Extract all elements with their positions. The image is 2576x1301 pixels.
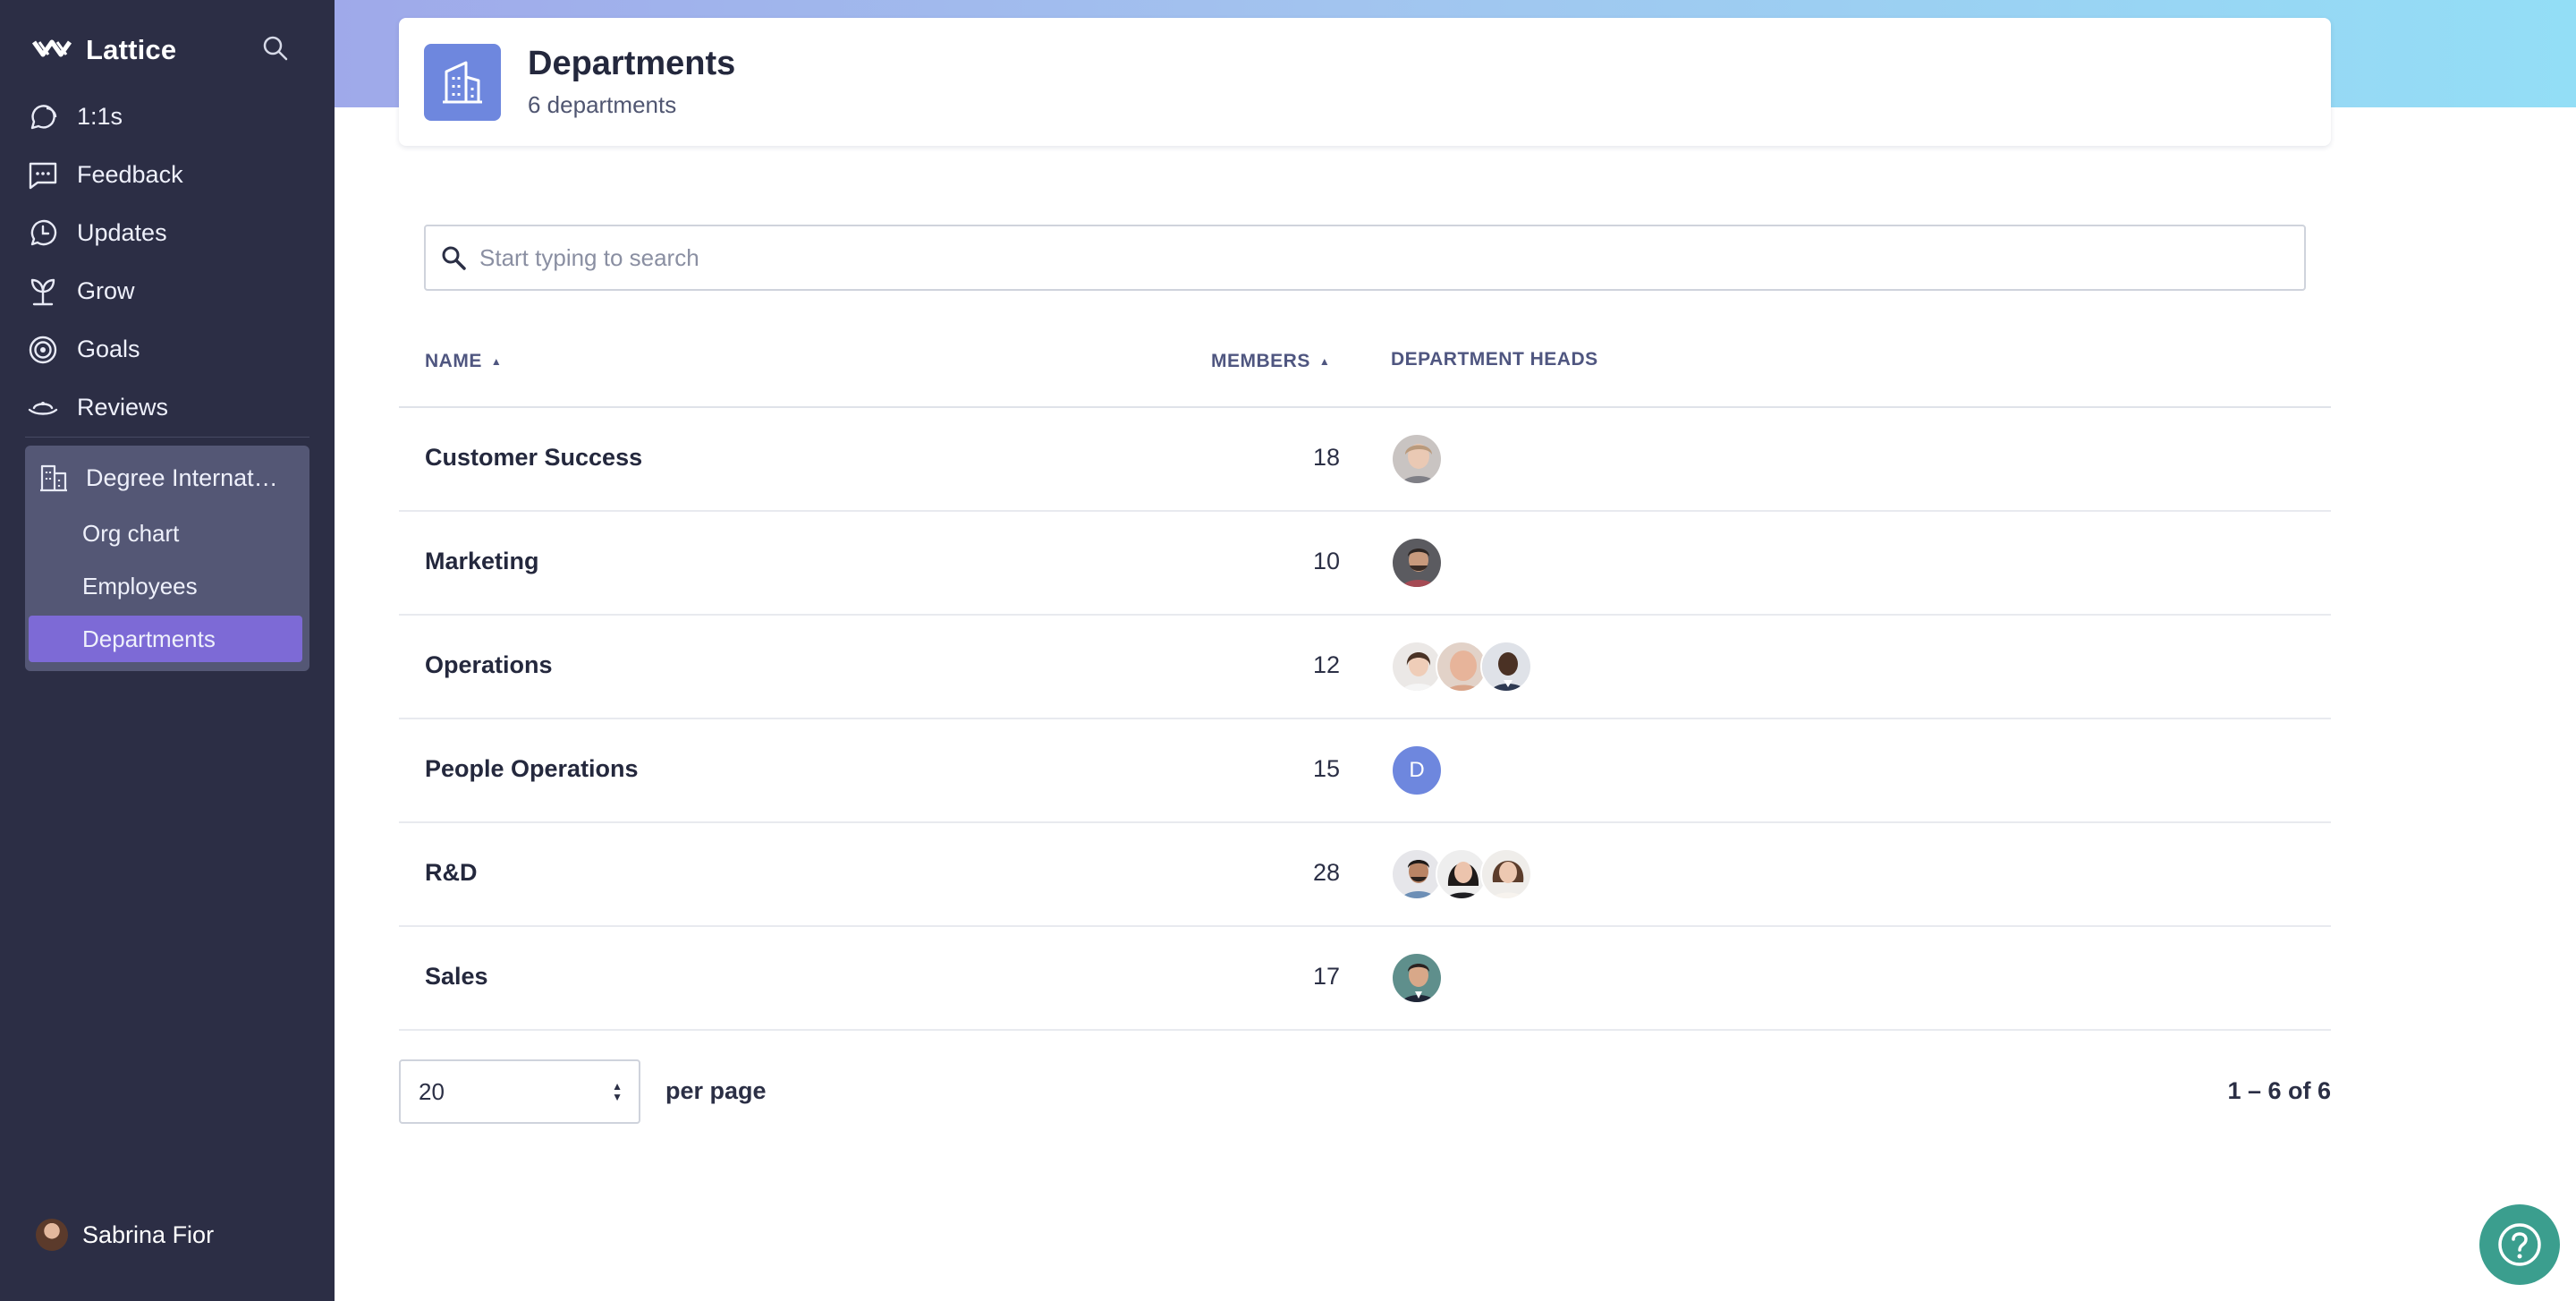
per-page-select[interactable]: 20 ▲ ▼	[399, 1059, 640, 1124]
avatar[interactable]	[1391, 537, 1443, 589]
reviews-icon	[25, 390, 61, 426]
table-row[interactable]: People Operations 15 D	[399, 719, 2331, 823]
select-caret-icon: ▲ ▼	[612, 1080, 623, 1103]
sort-ascending-icon: ▲	[1318, 355, 1331, 368]
sort-ascending-icon: ▲	[490, 355, 503, 368]
department-heads	[1391, 433, 1443, 485]
department-name[interactable]: R&D	[425, 859, 478, 887]
column-header-label: MEMBERS	[1211, 351, 1310, 371]
avatar[interactable]	[1391, 952, 1443, 1004]
nav-divider	[25, 437, 309, 438]
search-icon	[440, 243, 469, 272]
brand-name: Lattice	[86, 34, 177, 65]
grow-icon	[25, 274, 61, 310]
building-icon	[38, 462, 70, 494]
sidebar: Lattice 1:1s Feedback Updates Grow Goals…	[0, 0, 335, 1301]
department-heads	[1391, 952, 1443, 1004]
user-menu[interactable]: Sabrina Fior	[36, 1219, 214, 1251]
member-count: 28	[1312, 859, 1340, 886]
table-row[interactable]: R&D 28	[399, 823, 2331, 927]
department-name[interactable]: Customer Success	[425, 444, 642, 472]
org-group-label: Degree Internati...	[86, 463, 279, 491]
department-name[interactable]: People Operations	[425, 755, 639, 783]
pagination-range: 1 – 6 of 6	[2227, 1077, 2331, 1104]
nav-label: Goals	[77, 336, 140, 362]
member-count: 17	[1312, 963, 1340, 990]
avatar	[36, 1219, 68, 1251]
avatar[interactable]	[1391, 433, 1443, 485]
column-header-members[interactable]: MEMBERS ▲	[1211, 351, 1330, 372]
avatar[interactable]: D	[1391, 744, 1443, 796]
target-icon	[25, 332, 61, 368]
column-header-name[interactable]: NAME ▲	[425, 351, 502, 372]
nav-item-goals[interactable]: Goals	[25, 320, 309, 378]
member-count: 10	[1312, 548, 1340, 574]
column-header-label: DEPARTMENT HEADS	[1391, 349, 1598, 370]
member-count: 15	[1312, 755, 1340, 782]
department-heads	[1391, 537, 1443, 589]
page-title: Departments	[528, 45, 736, 82]
main-nav: 1:1s Feedback Updates Grow Goals Reviews	[25, 88, 309, 437]
department-name[interactable]: Operations	[425, 651, 553, 679]
search-field[interactable]	[424, 225, 2306, 291]
page-subtitle: 6 departments	[528, 91, 677, 118]
page-header: Departments 6 departments	[399, 18, 2331, 146]
department-name[interactable]: Sales	[425, 963, 488, 991]
search-icon[interactable]	[261, 34, 290, 63]
table-row[interactable]: Sales 17	[399, 927, 2331, 1031]
nav-label: Reviews	[77, 394, 169, 421]
sidebar-item-departments[interactable]: Departments	[29, 616, 302, 662]
column-header-label: NAME	[425, 351, 482, 371]
member-count: 18	[1312, 444, 1340, 471]
nav-item-1on1s[interactable]: 1:1s	[25, 88, 309, 146]
updates-icon	[25, 216, 61, 251]
nav-label: 1:1s	[77, 103, 123, 130]
member-count: 12	[1312, 651, 1340, 678]
department-heads	[1391, 848, 1532, 900]
question-icon	[2498, 1223, 2541, 1266]
table-row[interactable]: Operations 12	[399, 616, 2331, 719]
help-button[interactable]	[2479, 1204, 2560, 1285]
lattice-logo-icon	[32, 39, 72, 57]
nav-item-updates[interactable]: Updates	[25, 204, 309, 262]
org-group: Degree Internati... Org chart Employees …	[25, 446, 309, 671]
department-heads: D	[1391, 744, 1443, 796]
user-name: Sabrina Fior	[82, 1220, 215, 1248]
search-input[interactable]	[479, 243, 2179, 272]
nav-item-feedback[interactable]: Feedback	[25, 146, 309, 204]
nav-label: Feedback	[77, 161, 183, 188]
table-row[interactable]: Marketing 10	[399, 512, 2331, 616]
nav-item-reviews[interactable]: Reviews	[25, 378, 309, 437]
avatar[interactable]	[1480, 848, 1532, 900]
column-header-heads: DEPARTMENT HEADS	[1391, 349, 1598, 370]
department-name[interactable]: Marketing	[425, 548, 539, 575]
org-group-header[interactable]: Degree Internati...	[38, 462, 306, 494]
avatar[interactable]	[1480, 641, 1532, 693]
feedback-icon	[25, 157, 61, 193]
per-page-value: 20	[419, 1077, 445, 1105]
sidebar-item-org-chart[interactable]: Org chart	[29, 510, 302, 557]
per-page-label: per page	[665, 1077, 767, 1104]
nav-label: Grow	[77, 277, 135, 304]
table-row[interactable]: Customer Success 18	[399, 408, 2331, 512]
department-heads	[1391, 641, 1532, 693]
brand[interactable]: Lattice	[32, 32, 176, 68]
building-icon	[424, 44, 501, 121]
sidebar-item-employees[interactable]: Employees	[29, 563, 302, 609]
nav-item-grow[interactable]: Grow	[25, 262, 309, 320]
nav-label: Updates	[77, 219, 167, 246]
chat-bubbles-icon	[25, 99, 61, 135]
